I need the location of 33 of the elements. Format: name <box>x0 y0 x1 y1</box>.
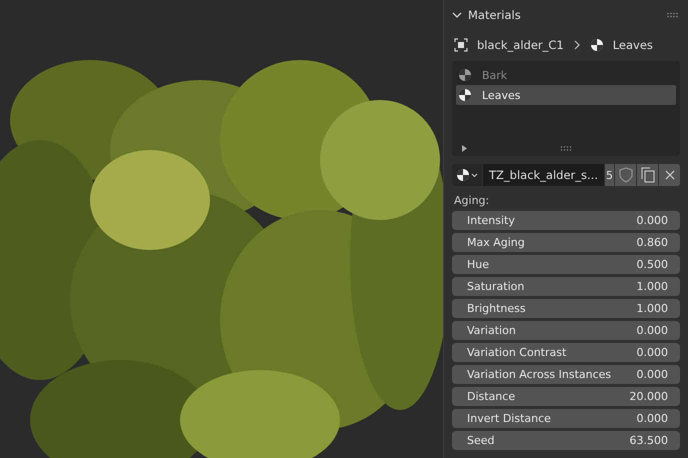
number-field[interactable]: Distance 20.000 <box>452 387 680 406</box>
shield-icon[interactable] <box>615 164 636 186</box>
drag-handle-icon[interactable] <box>666 12 680 18</box>
material-icon <box>590 38 604 52</box>
number-field[interactable]: Variation 0.000 <box>452 321 680 340</box>
resize-handle-icon[interactable] <box>560 146 572 151</box>
expand-triangle-icon[interactable] <box>461 145 468 152</box>
object-name: black_alder_C1 <box>477 38 564 52</box>
section-label: Aging: <box>453 192 490 208</box>
number-field[interactable]: Hue 0.500 <box>452 255 680 274</box>
number-field[interactable]: Max Aging 0.860 <box>452 233 680 252</box>
chevron-right-icon <box>572 40 581 50</box>
number-field[interactable]: Saturation 1.000 <box>452 277 680 296</box>
material-name: Leaves <box>612 38 653 52</box>
duplicate-icon[interactable] <box>637 164 658 186</box>
user-count-button[interactable]: 5 <box>604 164 614 186</box>
number-field[interactable]: Intensity 0.000 <box>452 211 680 230</box>
chevron-icon[interactable] <box>452 11 462 19</box>
material-icon <box>458 88 472 102</box>
material-browse-button[interactable] <box>452 164 482 186</box>
material-slot[interactable]: Bark <box>456 65 676 85</box>
material-icon <box>455 167 479 183</box>
material-icon <box>458 68 472 82</box>
material-slot[interactable]: Leaves <box>456 85 676 105</box>
material-name-field[interactable]: TZ_black_alder_s... <box>483 164 604 186</box>
number-field[interactable]: Invert Distance 0.000 <box>452 409 680 428</box>
object-icon <box>454 38 468 52</box>
panel-title: Materials <box>468 8 522 22</box>
number-field[interactable]: Variation Across Instances 0.000 <box>452 365 680 384</box>
number-field[interactable]: Variation Contrast 0.000 <box>452 343 680 362</box>
number-field[interactable]: Brightness 1.000 <box>452 299 680 318</box>
close-icon[interactable] <box>659 164 680 186</box>
number-field[interactable]: Seed 63.500 <box>452 431 680 450</box>
